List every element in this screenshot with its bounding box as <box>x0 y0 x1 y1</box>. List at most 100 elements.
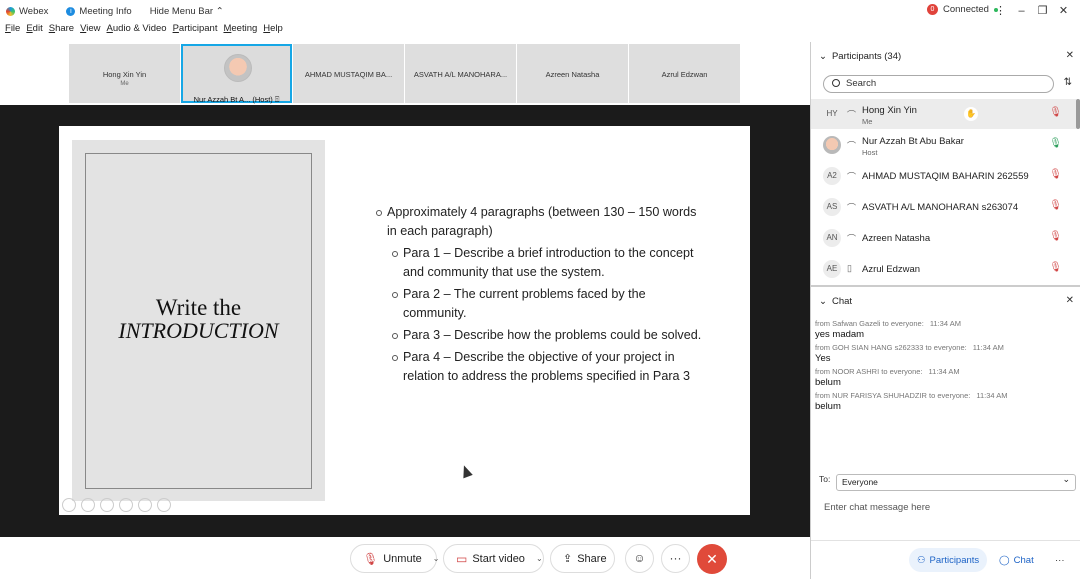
leave-meeting-button[interactable]: ✕ <box>697 544 727 574</box>
participant-row[interactable]: AE ▯ Azrul Edzwan 🎙 <box>811 254 1076 284</box>
chat-sender: from GOH SIAN HANG s262333 to everyone: <box>815 343 967 352</box>
annotate-save-icon[interactable] <box>119 498 133 512</box>
mic-muted-icon[interactable]: 🎙 <box>1049 169 1062 180</box>
chat-recipient-select[interactable]: Everyone <box>836 472 1076 491</box>
unmute-button[interactable]: 🎙 Unmute ⌄ <box>350 544 440 573</box>
slide-title-line2: INTRODUCTION <box>118 318 279 343</box>
annotate-edit-icon[interactable] <box>100 498 114 512</box>
annotate-pointer-icon[interactable] <box>62 498 76 512</box>
menu-view[interactable]: View <box>80 23 100 41</box>
slide-title-line1: Write the <box>155 295 242 320</box>
participant-row[interactable]: AS ⌒ ASVATH A/L MANOHARAN s263074 🎙 <box>811 192 1076 222</box>
chat-time: 11:34 AM <box>929 319 961 328</box>
menu-share[interactable]: Share <box>49 23 74 41</box>
zoom-in-icon[interactable] <box>138 498 152 512</box>
menu-meeting[interactable]: Meeting <box>223 23 257 41</box>
video-tile[interactable]: Azreen Natasha <box>517 44 628 103</box>
sub-bullet: Para 3 – Describe how the problems could… <box>375 326 705 345</box>
headset-icon: ⌒ <box>847 141 857 151</box>
tile-name: Azrul Edzwan <box>661 70 708 79</box>
video-tile[interactable]: Hong Xin Yin Me <box>69 44 180 103</box>
sort-icon[interactable]: ⇅ <box>1064 77 1072 88</box>
menu-edit[interactable]: Edit <box>26 23 42 41</box>
chevron-down-icon: ⌄ <box>819 295 827 307</box>
chevron-down-icon[interactable]: ⌄ <box>433 554 440 563</box>
menu-file[interactable]: File <box>5 23 20 41</box>
connection-badge: 0 <box>927 4 938 15</box>
participants-tab-button[interactable]: ⚇ Participants <box>909 548 988 572</box>
mic-muted-icon[interactable]: 🎙 <box>1049 231 1062 242</box>
window-controls: ⋮ – ❐ ✕ <box>990 3 1074 19</box>
share-button[interactable]: ⇪ Share <box>550 544 615 573</box>
menu-help[interactable]: Help <box>263 23 283 41</box>
menu-audio-video[interactable]: Audio & Video <box>107 23 167 41</box>
panel-divider[interactable] <box>811 285 1080 287</box>
chat-recipient-value: Everyone <box>842 477 878 487</box>
more-panels-button[interactable]: ··· <box>1047 548 1073 572</box>
video-tile[interactable]: ASVATH A/L MANOHARA... <box>405 44 516 103</box>
app-name: Webex <box>19 5 49 17</box>
hide-menu-bar-button[interactable]: Hide Menu Bar ⌃ <box>150 6 224 17</box>
headset-icon: ⌒ <box>847 234 857 244</box>
more-dots-icon[interactable]: ⋮ <box>990 3 1011 19</box>
video-tile[interactable]: AHMAD MUSTAQIM BA... <box>293 44 404 103</box>
participant-row[interactable]: ⌒ Nur Azzah Bt Abu Bakar Host 🎙 <box>811 130 1076 160</box>
chat-sender: from Safwan Gazeli to everyone: <box>815 319 924 328</box>
close-participants-icon[interactable]: ✕ <box>1066 50 1074 61</box>
video-tile[interactable]: Azrul Edzwan <box>629 44 740 103</box>
chat-header[interactable]: ⌄ Chat <box>819 293 852 309</box>
start-video-button[interactable]: ▭ Start video ⌄ <box>443 544 544 573</box>
chat-time: 11:34 AM <box>976 391 1008 400</box>
mic-muted-icon[interactable]: 🎙 <box>1049 200 1062 211</box>
chat-text: belum <box>815 377 841 388</box>
chat-text: Yes <box>815 353 831 364</box>
sub-bullet: Para 1 – Describe a brief introduction t… <box>375 244 705 282</box>
participant-name: Nur Azzah Bt Abu Bakar <box>862 136 964 147</box>
app-label: Webex <box>6 6 48 17</box>
participants-header[interactable]: ⌄ Participants (34) <box>819 48 901 64</box>
participant-name: Azrul Edzwan <box>862 264 921 275</box>
search-icon <box>832 79 840 87</box>
participant-name: Hong Xin Yin <box>862 105 917 116</box>
participant-scrollbar[interactable] <box>1076 99 1080 129</box>
mic-muted-icon[interactable]: 🎙 <box>1049 262 1062 273</box>
slide-title-frame: Write the INTRODUCTION <box>85 153 312 489</box>
headset-icon: ⌒ <box>847 110 857 120</box>
chat-input[interactable]: Enter chat message here <box>824 502 930 513</box>
chat-sender: from NOOR ASHRI to everyone: <box>815 367 923 376</box>
video-strip: Hong Xin Yin Me Nur Azzah Bt A... (Host)… <box>0 42 810 104</box>
restore-icon[interactable]: ❐ <box>1032 3 1053 19</box>
meeting-controls: 🎙 Unmute ⌄ ▭ Start video ⌄ ⇪ Share ☺ ···… <box>0 538 810 579</box>
close-icon[interactable]: ✕ <box>1053 3 1074 19</box>
chat-time: 11:34 AM <box>972 343 1004 352</box>
close-chat-icon[interactable]: ✕ <box>1066 295 1074 306</box>
more-dots-icon: ··· <box>1055 554 1065 566</box>
connection-status[interactable]: 0 Connected <box>927 4 998 15</box>
reactions-button[interactable]: ☺ <box>625 544 654 573</box>
chevron-down-icon[interactable]: ⌄ <box>536 554 543 563</box>
mic-muted-icon[interactable]: 🎙 <box>1049 107 1062 118</box>
participants-title: Participants (34) <box>831 50 902 62</box>
participant-row[interactable]: HY ⌒ Hong Xin Yin Me ✋ 🎙 <box>811 99 1076 129</box>
info-icon: i <box>66 6 76 16</box>
tile-name: Hong Xin Yin <box>102 70 147 79</box>
participants-tab-label: Participants <box>929 554 980 566</box>
menu-participant[interactable]: Participant <box>173 23 218 41</box>
video-tile-active[interactable]: Nur Azzah Bt A... (Host) ⍐ <box>181 44 292 104</box>
more-options-button[interactable]: ··· <box>661 544 690 573</box>
raise-hand-icon[interactable]: ✋ <box>964 107 978 121</box>
annotate-pen-icon[interactable] <box>81 498 95 512</box>
mic-on-icon[interactable]: 🎙 <box>1049 138 1062 149</box>
participant-row[interactable]: A2 ⌒ AHMAD MUSTAQIM BAHARIN 262559 🎙 <box>811 161 1076 191</box>
participant-name: ASVATH A/L MANOHARAN s263074 <box>862 202 1019 213</box>
zoom-out-icon[interactable] <box>157 498 171 512</box>
participant-row[interactable]: AN ⌒ Azreen Natasha 🎙 <box>811 223 1076 253</box>
bullet-main: Approximately 4 paragraphs (between 130 … <box>375 203 705 241</box>
chat-tab-button[interactable]: ◯ Chat <box>991 548 1042 572</box>
menu-bar: File Edit Share View Audio & Video Parti… <box>0 23 284 41</box>
tile-name: Azreen Natasha <box>545 70 600 79</box>
minimize-icon[interactable]: – <box>1011 3 1032 19</box>
participant-search-input[interactable]: Search <box>823 75 1054 93</box>
avatar: AE <box>823 260 841 278</box>
meeting-info-button[interactable]: i Meeting Info <box>66 6 132 17</box>
